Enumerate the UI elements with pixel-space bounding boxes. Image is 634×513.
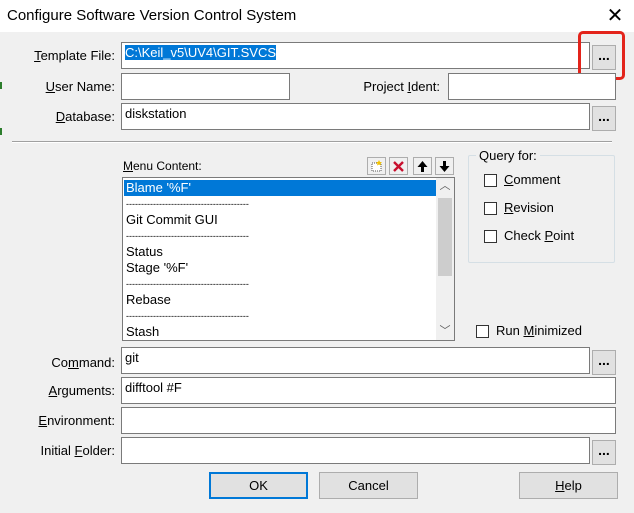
user-name-field[interactable]: [121, 73, 290, 100]
scroll-up-icon[interactable]: ︿: [436, 178, 454, 195]
comment-checkbox[interactable]: [484, 174, 497, 187]
environment-label: Environment:: [38, 413, 115, 428]
menu-content-label: Menu Content:: [123, 159, 202, 173]
list-separator[interactable]: ----------------------------------------…: [124, 276, 436, 292]
delete-button[interactable]: [389, 157, 408, 175]
template-file-label: Template File:: [34, 48, 115, 63]
project-ident-label: Project Ident:: [363, 79, 440, 94]
command-browse-button[interactable]: ...: [592, 350, 616, 375]
query-for-title: Query for:: [476, 148, 540, 163]
template-file-field[interactable]: C:\Keil_v5\UV4\GIT.SVCS: [121, 42, 590, 69]
background-edge-mark: [0, 82, 2, 89]
check-point-label: Check Point: [504, 228, 575, 243]
check-point-checkbox[interactable]: [484, 230, 497, 243]
separator-line: [12, 141, 612, 143]
vertical-scrollbar[interactable]: ︿ ﹀: [436, 178, 454, 340]
menu-content-list[interactable]: Blame '%F' -----------------------------…: [122, 177, 455, 341]
list-separator[interactable]: ----------------------------------------…: [124, 228, 436, 244]
ok-button[interactable]: OK: [209, 472, 308, 499]
arguments-field[interactable]: difftool #F: [121, 377, 616, 404]
move-up-button[interactable]: [413, 157, 432, 175]
scroll-thumb[interactable]: [438, 198, 452, 276]
move-up-icon: [417, 160, 428, 172]
database-browse-button[interactable]: ...: [592, 106, 616, 131]
environment-field[interactable]: [121, 407, 616, 434]
move-down-icon: [439, 160, 450, 172]
run-minimized-checkbox[interactable]: [476, 325, 489, 338]
new-item-button[interactable]: [367, 157, 386, 175]
project-ident-field[interactable]: [448, 73, 616, 100]
list-item[interactable]: Stage '%F': [124, 260, 436, 276]
command-field[interactable]: git: [121, 347, 590, 374]
database-field[interactable]: diskstation: [121, 103, 590, 130]
comment-label: Comment: [504, 172, 561, 187]
delete-icon: [393, 160, 404, 172]
window-title: Configure Software Version Control Syste…: [7, 7, 297, 24]
revision-checkbox[interactable]: [484, 202, 497, 215]
cancel-button[interactable]: Cancel: [319, 472, 418, 499]
command-label: Command:: [51, 355, 115, 370]
template-file-value: C:\Keil_v5\UV4\GIT.SVCS: [125, 45, 276, 60]
initial-folder-browse-button[interactable]: ...: [592, 440, 616, 465]
title-bar: Configure Software Version Control Syste…: [0, 0, 634, 32]
list-item[interactable]: Git Commit GUI: [124, 212, 436, 228]
list-item[interactable]: Status: [124, 244, 436, 260]
scroll-down-icon[interactable]: ﹀: [436, 323, 454, 340]
list-item[interactable]: Rebase: [124, 292, 436, 308]
initial-folder-field[interactable]: [121, 437, 590, 464]
database-label: Database:: [55, 109, 115, 124]
list-item[interactable]: Stash: [124, 324, 436, 340]
new-item-icon: [371, 159, 382, 171]
initial-folder-label: Initial Folder:: [40, 443, 115, 458]
list-item[interactable]: Blame '%F': [124, 180, 436, 196]
close-icon[interactable]: ✕: [604, 4, 626, 26]
list-separator[interactable]: ----------------------------------------…: [124, 196, 436, 212]
list-separator[interactable]: ----------------------------------------…: [124, 308, 436, 324]
revision-label: Revision: [504, 200, 554, 215]
run-minimized-label: Run Minimized: [496, 323, 582, 338]
move-down-button[interactable]: [435, 157, 454, 175]
help-button[interactable]: Help: [519, 472, 618, 499]
arguments-label: Arguments:: [48, 383, 115, 398]
user-name-label: User Name:: [45, 79, 115, 94]
background-edge-mark: [0, 128, 2, 135]
